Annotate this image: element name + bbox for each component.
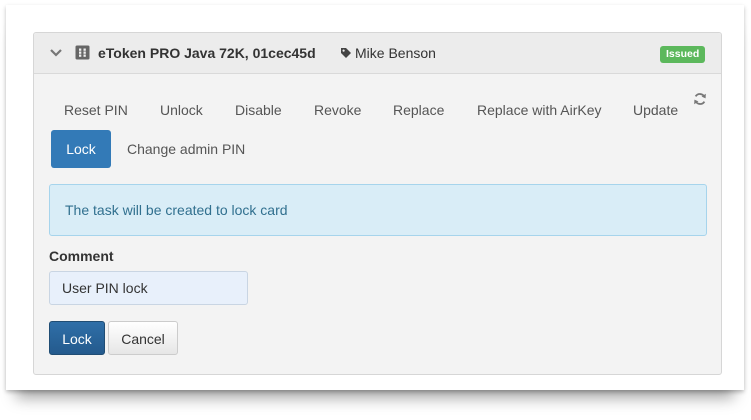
panel-header[interactable]: eToken PRO Java 72K, 01cec45d Mike Benso… (34, 33, 721, 74)
info-alert: The task will be created to lock card (49, 184, 707, 236)
dialog-frame: eToken PRO Java 72K, 01cec45d Mike Benso… (6, 5, 744, 390)
card-icon (75, 45, 90, 60)
refresh-icon[interactable] (693, 92, 707, 106)
tab-lock[interactable]: Lock (51, 130, 111, 168)
tab-revoke[interactable]: Revoke (314, 92, 361, 128)
tab-replace[interactable]: Replace (393, 92, 444, 128)
comment-label: Comment (49, 248, 114, 264)
tab-replace-with-airkey[interactable]: Replace with AirKey (477, 92, 602, 128)
lock-button[interactable]: Lock (49, 321, 105, 355)
tab-update[interactable]: Update (633, 92, 678, 128)
tab-unlock[interactable]: Unlock (160, 92, 203, 128)
status-badge: Issued (660, 46, 706, 63)
card-title: eToken PRO Java 72K, 01cec45d (98, 45, 316, 61)
chevron-down-icon[interactable] (49, 47, 63, 59)
comment-input[interactable] (49, 271, 248, 305)
tab-disable[interactable]: Disable (235, 92, 282, 128)
tab-reset-pin[interactable]: Reset PIN (64, 92, 128, 128)
tab-change-admin-pin[interactable]: Change admin PIN (127, 131, 245, 167)
cancel-button[interactable]: Cancel (108, 321, 178, 355)
token-card-panel: eToken PRO Java 72K, 01cec45d Mike Benso… (33, 32, 722, 375)
card-owner: Mike Benson (355, 45, 436, 61)
tag-icon (341, 48, 351, 58)
